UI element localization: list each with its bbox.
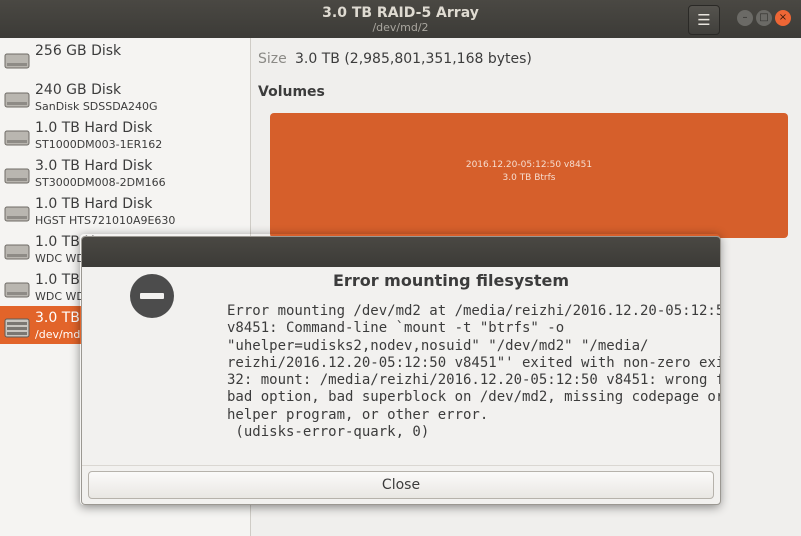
sidebar-item-drive[interactable]: 3.0 TB Hard Disk ST3000DM008-2DM166 xyxy=(0,154,250,192)
drive-model: /dev/md xyxy=(35,328,81,341)
drive-name: 1.0 TB Hard Disk xyxy=(35,196,153,212)
drive-model: ST3000DM008-2DM166 xyxy=(35,176,166,189)
volume-partition[interactable]: 2016.12.20-05:12:50 v8451 3.0 TB Btrfs xyxy=(270,113,788,238)
error-dialog: Error mounting filesystem Error mounting… xyxy=(81,236,721,505)
volumes-heading: Volumes xyxy=(258,84,325,100)
close-window-icon[interactable]: × xyxy=(775,10,791,26)
volume-type: 3.0 TB Btrfs xyxy=(502,173,556,183)
dialog-separator xyxy=(82,465,720,466)
hard-disk-icon xyxy=(4,92,30,108)
drive-model: WDC WD xyxy=(35,290,85,303)
sidebar-item-drive[interactable]: 256 GB Disk xyxy=(0,39,250,77)
drive-model: ST1000DM003-1ER162 xyxy=(35,138,163,151)
dialog-titlebar xyxy=(82,237,720,267)
drive-model: SanDisk SDSSDA240G xyxy=(35,100,158,113)
sidebar-item-drive[interactable]: 240 GB Disk SanDisk SDSSDA240G xyxy=(0,78,250,116)
size-label: Size xyxy=(258,51,287,67)
hard-disk-icon xyxy=(4,53,30,69)
window-subtitle: /dev/md/2 xyxy=(372,21,429,34)
size-value: 3.0 TB (2,985,801,351,168 bytes) xyxy=(295,51,532,67)
drive-name: 240 GB Disk xyxy=(35,82,122,98)
close-button[interactable]: Close xyxy=(88,471,714,499)
drive-name: 256 GB Disk xyxy=(35,43,122,59)
drive-model: WDC WD xyxy=(35,252,85,265)
drive-model: HGST HTS721010A9E630 xyxy=(35,214,176,227)
volume-label: 2016.12.20-05:12:50 v8451 xyxy=(465,160,593,170)
error-stop-icon xyxy=(130,274,174,318)
dialog-title: Error mounting filesystem xyxy=(333,271,569,290)
dialog-message: Error mounting /dev/md2 at /media/reizhi… xyxy=(227,303,721,441)
hard-disk-icon xyxy=(4,130,30,146)
window-title: 3.0 TB RAID-5 Array xyxy=(322,5,479,21)
hard-disk-icon xyxy=(4,282,30,298)
drive-name: 1.0 TB Hard Disk xyxy=(35,120,153,136)
hard-disk-icon xyxy=(4,244,30,260)
drive-name: 3.0 TB Hard Disk xyxy=(35,158,153,174)
sidebar-item-drive[interactable]: 1.0 TB Hard Disk HGST HTS721010A9E630 xyxy=(0,192,250,230)
window-titlebar: 3.0 TB RAID-5 Array /dev/md/2 ☰ – □ × xyxy=(0,0,801,38)
hamburger-menu-icon[interactable]: ☰ xyxy=(688,5,720,35)
hard-disk-icon xyxy=(4,168,30,184)
raid-array-icon xyxy=(4,318,30,338)
sidebar-item-drive[interactable]: 1.0 TB Hard Disk ST1000DM003-1ER162 xyxy=(0,116,250,154)
maximize-icon[interactable]: □ xyxy=(756,10,772,26)
hard-disk-icon xyxy=(4,206,30,222)
minimize-icon[interactable]: – xyxy=(737,10,753,26)
